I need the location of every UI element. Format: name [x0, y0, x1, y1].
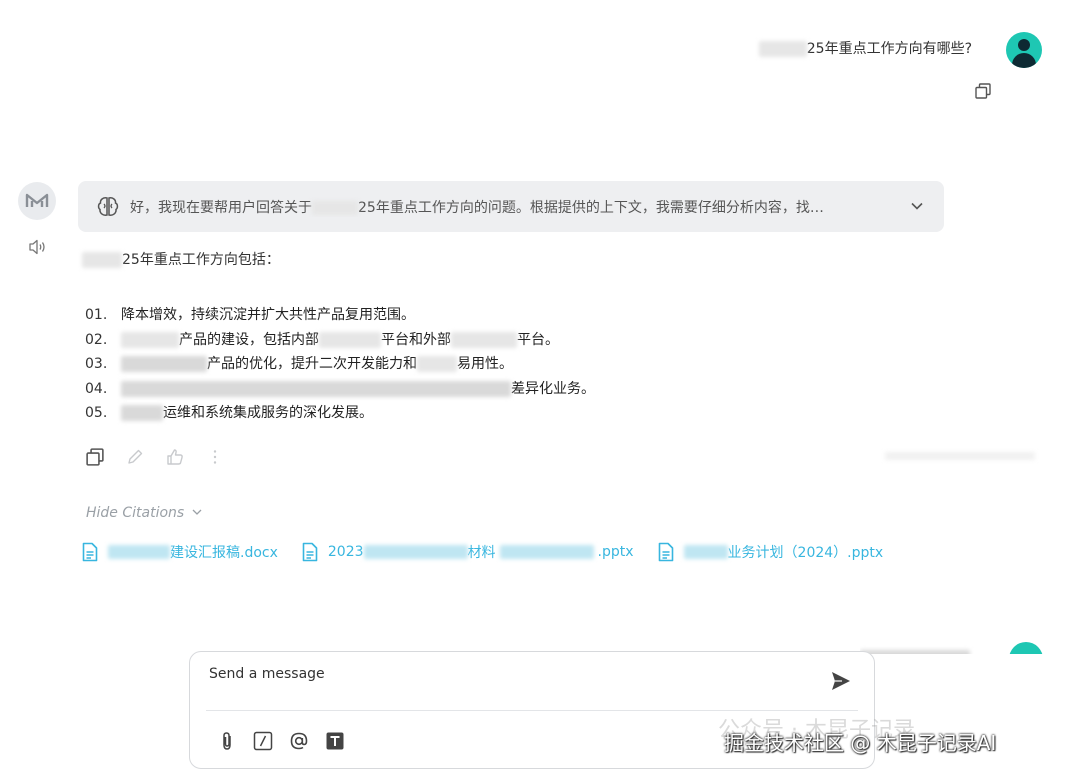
- speaker-icon[interactable]: [28, 238, 48, 256]
- citation-item[interactable]: 建设汇报稿.docx: [82, 542, 278, 562]
- list-item: 02. 产品的建设，包括内部 平台和外部 平台。: [85, 331, 559, 348]
- list-item: 01. 降本增效，持续沉淀并扩大共性产品复用范围。: [85, 307, 415, 323]
- chevron-down-icon: [192, 509, 202, 515]
- at-icon[interactable]: [288, 730, 310, 752]
- user-avatar-icon: [1006, 32, 1042, 68]
- user-avatar-icon: [1009, 642, 1044, 654]
- message-input[interactable]: Send a message: [209, 666, 325, 682]
- more-vertical-icon[interactable]: [206, 448, 224, 466]
- bot-avatar: [18, 182, 56, 220]
- composer-divider: [206, 710, 858, 711]
- document-icon: [302, 542, 318, 562]
- redacted-text: [758, 41, 807, 57]
- copy-icon[interactable]: [86, 448, 104, 466]
- list-item: 04. 差异化业务。: [85, 380, 595, 397]
- list-item: 03. 产品的优化，提升二次开发能力和 易用性。: [85, 356, 513, 372]
- message-actions: [86, 448, 224, 466]
- bot-logo-icon: [25, 193, 49, 207]
- hide-citations-toggle[interactable]: Hide Citations: [86, 505, 203, 521]
- document-icon: [658, 542, 673, 562]
- brain-icon: [97, 196, 119, 216]
- chevron-down-icon[interactable]: [910, 199, 924, 213]
- list-item: 05. 运维和系统集成服务的深化发展。: [85, 405, 373, 421]
- thumbs-up-icon[interactable]: [166, 448, 184, 466]
- citation-item[interactable]: 2023 材料 .pptx: [302, 542, 634, 562]
- next-user-message: [860, 642, 1050, 654]
- document-icon: [82, 542, 98, 562]
- thinking-panel[interactable]: 好，我现在要帮用户回答关于 25年重点工作方向的问题。根据提供的上下文，我需要仔细…: [78, 181, 944, 232]
- slash-command-icon[interactable]: [252, 730, 274, 752]
- answer-list: 01. 降本增效，持续沉淀并扩大共性产品复用范围。 02. 产品的建设，包括内部 平台…: [85, 303, 595, 426]
- send-icon[interactable]: [830, 670, 852, 692]
- user-message-text: 25年重点工作方向有哪些?: [806, 41, 972, 57]
- pencil-icon[interactable]: [126, 448, 144, 466]
- paperclip-icon[interactable]: [216, 730, 238, 752]
- copy-icon[interactable]: [975, 83, 991, 99]
- user-message: 25年重点工作方向有哪些?: [758, 38, 972, 58]
- citation-list: 建设汇报稿.docx 2023 材料 .pptx 业务计划（2024）.pptx: [82, 542, 883, 562]
- citation-item[interactable]: 业务计划（2024）.pptx: [658, 542, 883, 562]
- message-meta: [885, 449, 1035, 462]
- composer-toolbar: [216, 730, 346, 752]
- text-format-icon[interactable]: [324, 730, 346, 752]
- thinking-summary: 好，我现在要帮用户回答关于 25年重点工作方向的问题。根据提供的上下文，我需要仔细…: [130, 199, 824, 216]
- answer-intro: 25年重点工作方向包括：: [82, 249, 280, 269]
- watermark: 掘金技术社区 @ 木昆子记录AI: [724, 731, 997, 755]
